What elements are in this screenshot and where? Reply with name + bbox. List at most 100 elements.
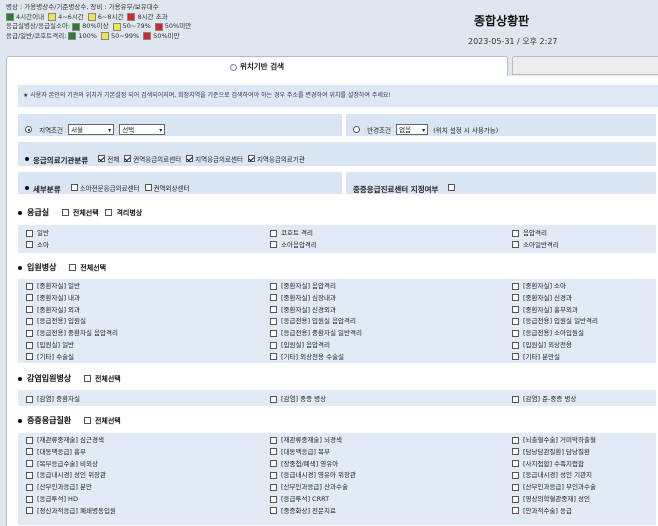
- er-option[interactable]: 코호트 격리: [270, 227, 313, 237]
- severe-option-checkbox[interactable]: [26, 507, 33, 515]
- er-option[interactable]: 소아: [26, 239, 49, 249]
- ward-option-checkbox[interactable]: [26, 317, 33, 325]
- severe-option-checkbox[interactable]: [270, 495, 277, 503]
- severe-option[interactable]: [영상의학혈관중재] 성인: [512, 493, 590, 503]
- severe-option-checkbox[interactable]: [26, 448, 33, 456]
- ward-option[interactable]: [중환자실] 흉부외과: [512, 304, 578, 314]
- severe-option-checkbox[interactable]: [270, 483, 277, 491]
- ward-option[interactable]: [응급전용] 중환자실 일반격리: [270, 327, 362, 337]
- severe-option-checkbox[interactable]: [512, 471, 519, 479]
- severe-option-checkbox[interactable]: [26, 460, 33, 468]
- ward-option-checkbox[interactable]: [270, 353, 277, 361]
- ward-option-checkbox[interactable]: [512, 341, 519, 349]
- severe-option[interactable]: [산부인과응급] 분만: [26, 481, 92, 491]
- emergency-class-option-checkbox[interactable]: [98, 155, 106, 162]
- severe-option[interactable]: [산부인과응급] 산과수술: [270, 481, 348, 491]
- severe-option-checkbox[interactable]: [270, 460, 277, 468]
- severe-center-checkbox[interactable]: [447, 184, 455, 191]
- severe-option[interactable]: [담낭담관질환] 담낭질환: [512, 446, 590, 456]
- ward-option-checkbox[interactable]: [270, 329, 277, 337]
- tab-location-search[interactable]: 위치기반 검색: [6, 56, 508, 77]
- ward-option-checkbox[interactable]: [270, 294, 277, 302]
- severe-option-checkbox[interactable]: [512, 507, 519, 515]
- severe-option-checkbox[interactable]: [26, 495, 33, 503]
- ward-option[interactable]: [중환자실] 내과: [26, 292, 80, 302]
- severe-option[interactable]: [응급내시경] 성인 위장관: [26, 469, 106, 479]
- severe-option[interactable]: [응급내시경] 영유아 위장관: [270, 469, 356, 479]
- ward-option-checkbox[interactable]: [26, 329, 33, 337]
- severe-option[interactable]: [뇌출혈수술] 거미막하출혈: [512, 434, 596, 444]
- er-option-checkbox[interactable]: [512, 241, 519, 249]
- ward-option-checkbox[interactable]: [270, 317, 277, 325]
- severe-option[interactable]: [정신과적응급] 폐쇄병동입원: [26, 505, 116, 515]
- er-option[interactable]: 일반: [26, 227, 49, 237]
- ward-option[interactable]: [응급전용] 입원실: [26, 315, 86, 325]
- ward-option[interactable]: [중환자실] 심장내과: [270, 292, 336, 302]
- severe-option[interactable]: [사지접합] 수족지접합: [512, 458, 584, 468]
- severe-option-checkbox[interactable]: [26, 436, 33, 444]
- severe-option[interactable]: [산부인과응급] 부인과수술: [512, 481, 596, 491]
- ward-option-checkbox[interactable]: [512, 353, 519, 361]
- severe-option-checkbox[interactable]: [512, 495, 519, 503]
- severe-option-checkbox[interactable]: [26, 483, 33, 491]
- radius-select[interactable]: 없음 ▾: [396, 124, 429, 135]
- ward-option-checkbox[interactable]: [512, 317, 519, 325]
- severe-option[interactable]: [대동맥응급] 복부: [270, 446, 330, 456]
- er-option-checkbox[interactable]: [26, 229, 33, 237]
- infection-option-checkbox[interactable]: [26, 395, 33, 403]
- infection-option-checkbox[interactable]: [270, 395, 277, 403]
- severe-option-checkbox[interactable]: [26, 471, 33, 479]
- er-option-checkbox[interactable]: [270, 229, 277, 237]
- subclass-option-checkbox[interactable]: [144, 184, 152, 191]
- radius-radio[interactable]: [353, 126, 360, 133]
- ward-option-checkbox[interactable]: [26, 341, 33, 349]
- ward-option-checkbox[interactable]: [512, 282, 519, 290]
- ward-option[interactable]: [입원실] 음압격리: [270, 339, 330, 349]
- er-option[interactable]: 소아일반격리: [512, 239, 559, 249]
- ward-option-checkbox[interactable]: [270, 282, 277, 290]
- emergency-class-option-checkbox[interactable]: [124, 155, 132, 162]
- ward-option-checkbox[interactable]: [270, 306, 277, 314]
- ward-option[interactable]: [기타] 분만실: [512, 351, 560, 361]
- severe-option-checkbox[interactable]: [270, 507, 277, 515]
- severe-option[interactable]: [중증화상] 전문치료: [270, 505, 336, 515]
- severe-option[interactable]: [재관류중재술] 뇌경색: [270, 434, 342, 444]
- ward-option[interactable]: [응급전용] 입원실 일반격리: [512, 315, 598, 325]
- province-select[interactable]: 서울 ▾: [68, 124, 115, 135]
- ward-option-checkbox[interactable]: [270, 341, 277, 349]
- ward-select-all-checkbox[interactable]: [69, 264, 77, 271]
- emergency-class-option-checkbox[interactable]: [186, 155, 194, 162]
- severe-option[interactable]: [재관류중재술] 심근경색: [26, 434, 104, 444]
- severe-option-checkbox[interactable]: [512, 460, 519, 468]
- severe-option-checkbox[interactable]: [512, 483, 519, 491]
- ward-option[interactable]: [기타] 외상전용 수술실: [270, 351, 344, 361]
- er-option-checkbox[interactable]: [26, 241, 33, 249]
- emergency-class-option-checkbox[interactable]: [247, 155, 255, 162]
- severe-option-checkbox[interactable]: [270, 448, 277, 456]
- infection-option[interactable]: [감염] 준-중증 병상: [512, 393, 576, 403]
- ward-option-checkbox[interactable]: [26, 306, 33, 314]
- severe-select-all-checkbox[interactable]: [83, 417, 91, 424]
- er-select-all-checkbox[interactable]: [61, 209, 69, 216]
- severe-option[interactable]: [응급내시경] 성인 기관지: [512, 469, 592, 479]
- region-radio[interactable]: [25, 126, 32, 133]
- infection-option[interactable]: [감염] 중환자실: [26, 393, 80, 403]
- infection-option[interactable]: [감염] 중증 병상: [270, 393, 326, 403]
- ward-option[interactable]: [응급전용] 소아입원실: [512, 327, 584, 337]
- severe-option[interactable]: [대동맥응급] 흉부: [26, 446, 86, 456]
- severe-option-checkbox[interactable]: [270, 436, 277, 444]
- district-select[interactable]: 선택 ▾: [119, 124, 166, 135]
- severe-option[interactable]: [복부응급수술] 비외상: [26, 458, 98, 468]
- tab-second[interactable]: [512, 56, 658, 75]
- infection-select-all-checkbox[interactable]: [83, 375, 91, 382]
- er-isolation-checkbox[interactable]: [105, 209, 113, 216]
- severe-option[interactable]: [장중첩/폐색] 영유아: [270, 458, 338, 468]
- ward-option[interactable]: [입원실] 외상전용: [512, 339, 572, 349]
- subclass-option-checkbox[interactable]: [70, 184, 78, 191]
- ward-option[interactable]: [중환자실] 신경외과: [270, 304, 336, 314]
- ward-option-checkbox[interactable]: [512, 306, 519, 314]
- er-option-checkbox[interactable]: [270, 241, 277, 249]
- ward-option[interactable]: [입원실] 일반: [26, 339, 74, 349]
- severe-option-checkbox[interactable]: [512, 436, 519, 444]
- ward-option-checkbox[interactable]: [512, 329, 519, 337]
